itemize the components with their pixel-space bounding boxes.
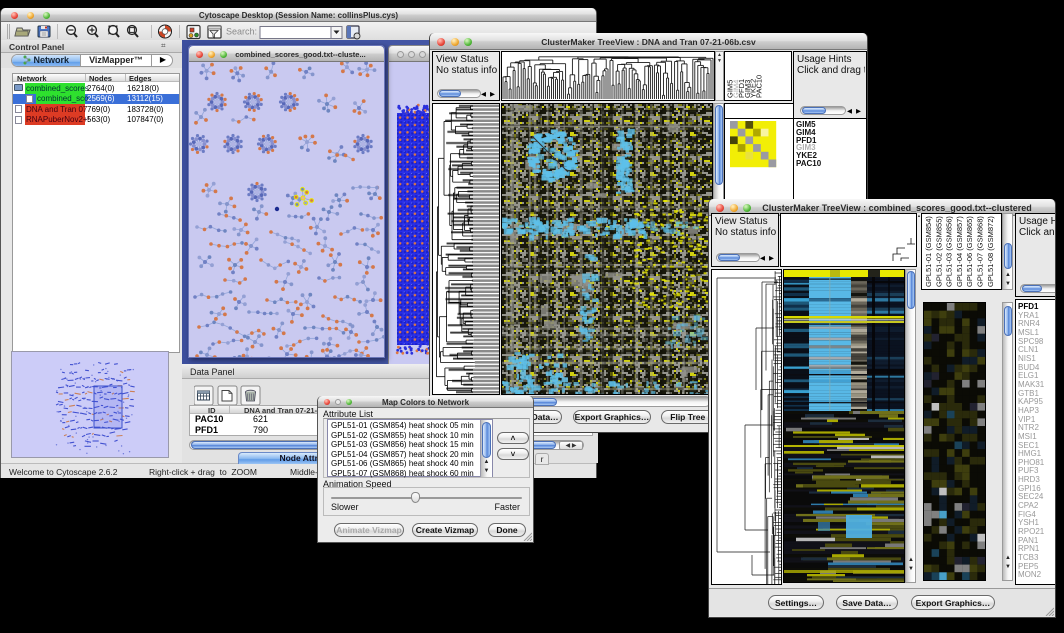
svg-text:GPL51-03 (GSM856): GPL51-03 (GSM856) bbox=[945, 216, 954, 287]
svg-text:GPL51-04 (GSM857): GPL51-04 (GSM857) bbox=[955, 216, 964, 287]
svg-text:GPL51-06 (GSM865): GPL51-06 (GSM865) bbox=[965, 216, 974, 287]
svg-text:GPL51-08 (GSM872): GPL51-08 (GSM872) bbox=[986, 216, 995, 287]
svg-text:GPL51-07 (GSM868): GPL51-07 (GSM868) bbox=[976, 216, 985, 287]
svg-text:Search:: Search: bbox=[226, 27, 257, 37]
svg-text:GPL51-02 (GSM855): GPL51-02 (GSM855) bbox=[934, 216, 943, 287]
svg-text:GPL51-01 (GSM854): GPL51-01 (GSM854) bbox=[924, 216, 933, 287]
svg-text:PAC10: PAC10 bbox=[755, 75, 764, 98]
